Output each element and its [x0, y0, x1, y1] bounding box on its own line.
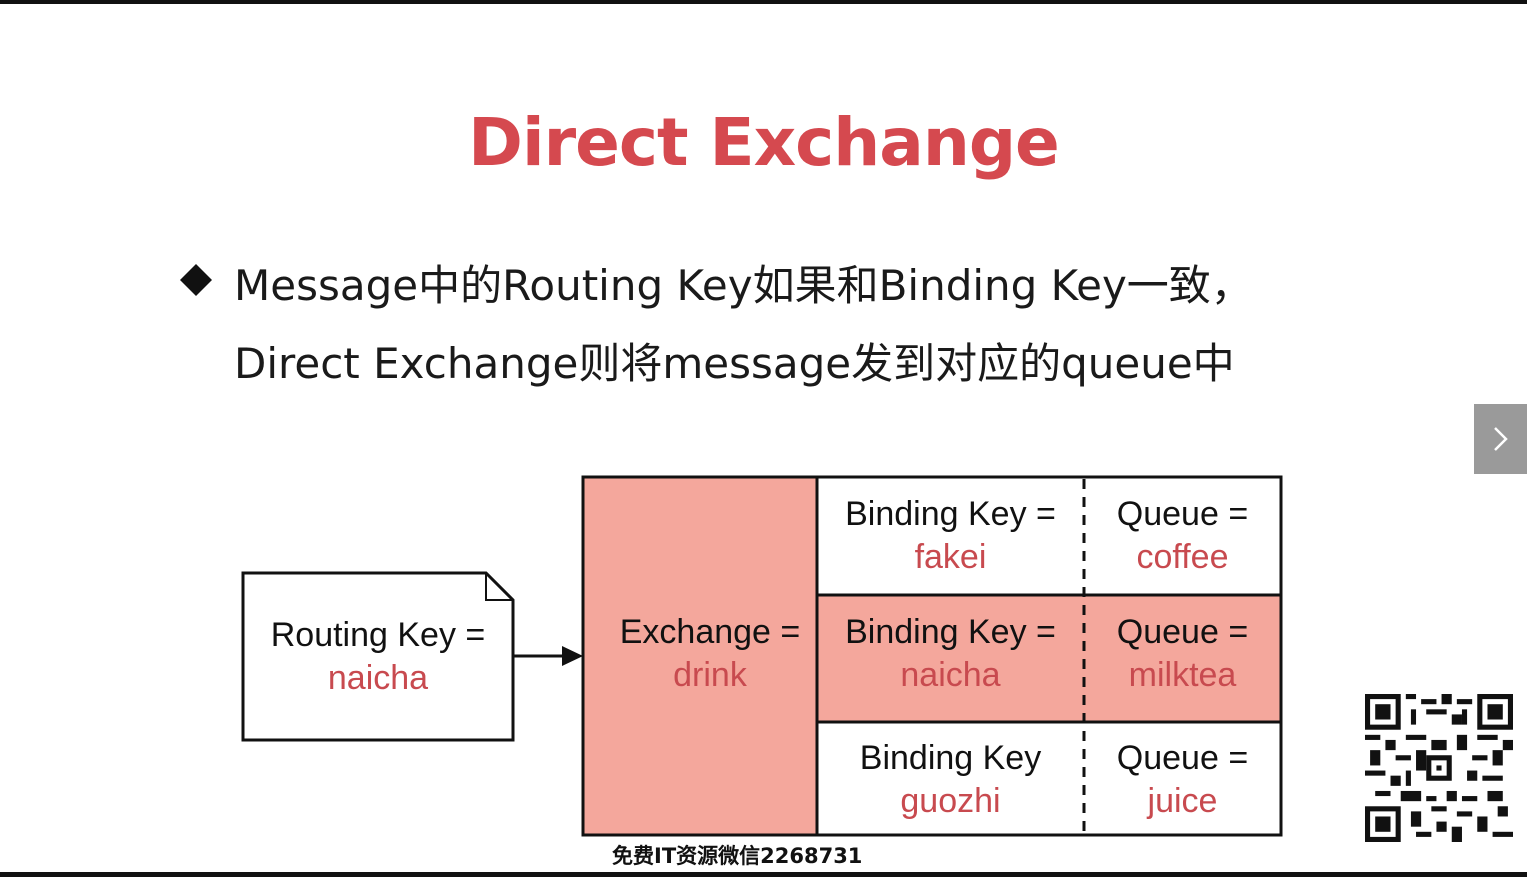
watermark-text: 免费IT资源微信2268731 — [612, 844, 863, 868]
binding-key-1-value: fakei — [914, 538, 987, 576]
binding-key-2: Binding Key = naicha — [817, 611, 1084, 697]
qr-code-icon — [1365, 694, 1513, 842]
queue-1-value: coffee — [1136, 538, 1229, 576]
binding-key-3-value: guozhi — [900, 782, 1001, 820]
exchange-name-label: Exchange = — [619, 613, 801, 651]
binding-key-1-label: Binding Key = — [845, 495, 1056, 533]
bullet-text-line-1: Message中的Routing Key如果和Binding Key一致， — [234, 261, 1253, 310]
diamond-bullet-icon — [180, 264, 212, 296]
queue-1-label: Queue = — [1116, 495, 1249, 533]
exchange-name-value: drink — [673, 656, 747, 694]
next-slide-button[interactable] — [1474, 404, 1527, 474]
chevron-right-icon — [1493, 427, 1508, 451]
binding-key-3: Binding Key guozhi — [817, 737, 1084, 823]
queue-3-label: Queue = — [1116, 739, 1249, 777]
binding-key-2-value: naicha — [900, 656, 1001, 694]
routing-key-value: naicha — [327, 659, 429, 697]
bullet-text-line-2: Direct Exchange则将message发到对应的queue中 — [234, 339, 1235, 388]
queue-3: Queue = juice — [1084, 737, 1281, 823]
queue-3-value: juice — [1147, 782, 1218, 820]
binding-key-3-label: Binding Key — [859, 739, 1042, 777]
exchange-label: Exchange = drink — [600, 611, 820, 697]
routing-arrow-head — [562, 646, 583, 666]
queue-2-label: Queue = — [1116, 613, 1249, 651]
bottom-border — [0, 872, 1527, 877]
binding-key-2-label: Binding Key = — [845, 613, 1056, 651]
queue-1: Queue = coffee — [1084, 493, 1281, 579]
queue-2: Queue = milktea — [1084, 611, 1281, 697]
slide-title: Direct Exchange — [468, 104, 1060, 181]
message-label: Routing Key = naicha — [243, 614, 513, 700]
top-border — [0, 0, 1527, 4]
binding-key-1: Binding Key = fakei — [817, 493, 1084, 579]
queue-2-value: milktea — [1128, 656, 1237, 694]
routing-key-label: Routing Key = — [270, 616, 486, 654]
